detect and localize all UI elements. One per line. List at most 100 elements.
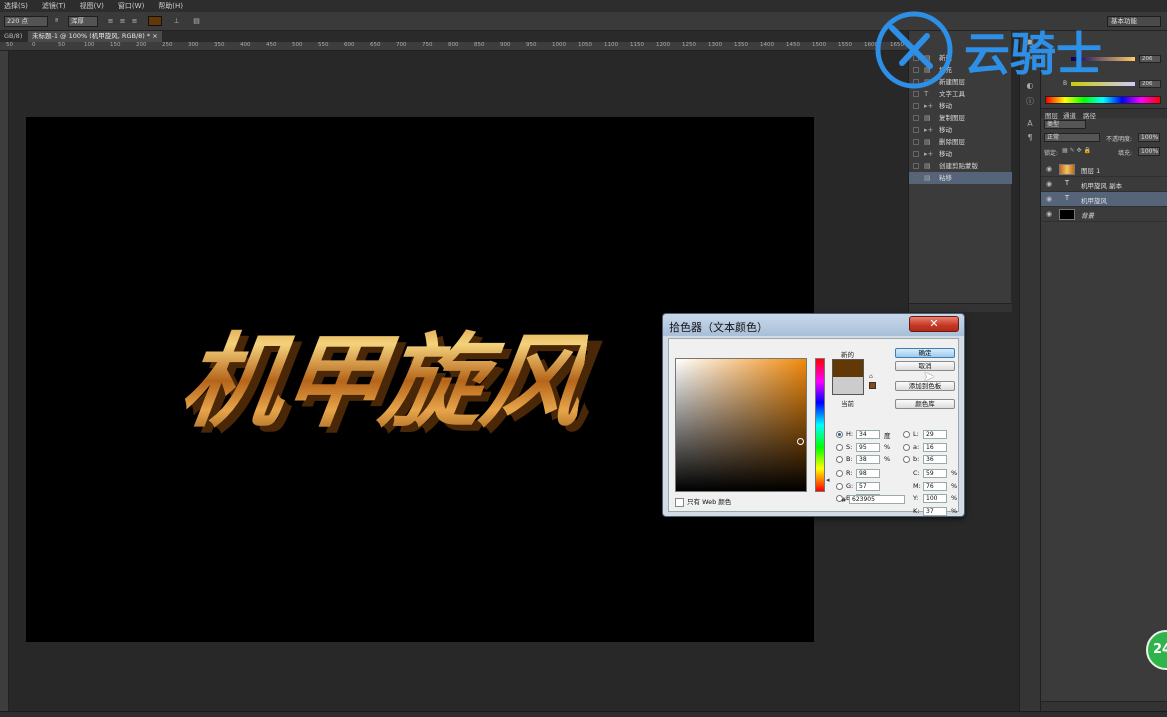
channel-radio[interactable] bbox=[903, 443, 910, 451]
current-color-swatch[interactable] bbox=[832, 377, 864, 395]
menu-filter[interactable]: 滤镜(T) bbox=[42, 1, 66, 11]
menu-help[interactable]: 帮助(H) bbox=[158, 1, 183, 11]
blend-mode-select[interactable]: 正常 bbox=[1044, 133, 1100, 142]
doc-tab-previous[interactable]: GB/8) bbox=[0, 31, 26, 42]
tab-paths[interactable]: 路径 bbox=[1083, 110, 1096, 120]
ruler-tick-label: 400 bbox=[240, 42, 251, 48]
history-item[interactable]: ▤ 粘移 bbox=[909, 172, 1012, 184]
channel-radio[interactable] bbox=[836, 482, 843, 490]
history-snapshot-checkbox[interactable] bbox=[913, 151, 919, 157]
channel-input[interactable]: 37 bbox=[923, 506, 947, 516]
lock-icons[interactable]: ▦ ✎ ✥ 🔒 bbox=[1062, 147, 1091, 154]
channel-unit: % bbox=[951, 494, 958, 502]
channel-input[interactable]: 98 bbox=[856, 469, 880, 478]
warp-text-icon[interactable]: ⊥ bbox=[172, 17, 181, 26]
antialias-select[interactable]: 浑厚 bbox=[68, 16, 98, 27]
visibility-eye-icon[interactable]: ◉ bbox=[1046, 195, 1052, 203]
history-snapshot-checkbox[interactable] bbox=[913, 127, 919, 133]
align-right-icon[interactable]: ≡ bbox=[130, 17, 139, 26]
color-field-marker[interactable] bbox=[797, 438, 804, 445]
history-item[interactable]: ▸+ 移动 bbox=[909, 124, 1012, 136]
close-button[interactable]: ✕ bbox=[909, 316, 959, 332]
tab-channels[interactable]: 通道 bbox=[1063, 110, 1076, 120]
ok-button[interactable]: 确定 bbox=[895, 348, 955, 358]
paragraph-icon[interactable]: ¶ bbox=[1025, 133, 1035, 143]
hex-input[interactable]: 623905 bbox=[849, 495, 905, 504]
align-center-icon[interactable]: ≡ bbox=[118, 17, 127, 26]
web-only-label: 只有 Web 颜色 bbox=[687, 498, 732, 506]
layer-row[interactable]: ◉ 图层 1 bbox=[1041, 162, 1167, 177]
channel-input[interactable]: 76 bbox=[923, 481, 947, 491]
history-snapshot-checkbox[interactable] bbox=[913, 175, 919, 181]
history-item[interactable]: ▸+ 移动 bbox=[909, 148, 1012, 160]
ruler-tick-label: 750 bbox=[422, 42, 433, 48]
history-snapshot-checkbox[interactable] bbox=[913, 103, 919, 109]
menu-select[interactable]: 选择(S) bbox=[4, 1, 28, 11]
character-icon[interactable]: A bbox=[1025, 119, 1035, 129]
color-value-1[interactable]: 206 bbox=[1139, 55, 1161, 63]
channel-input[interactable]: 100 bbox=[923, 494, 947, 503]
opacity-field[interactable]: 100% bbox=[1138, 133, 1160, 142]
channel-input[interactable]: 16 bbox=[923, 442, 947, 452]
history-item[interactable]: ▤ 创建剪贴蒙版 bbox=[909, 160, 1012, 172]
doc-icon: ▤ bbox=[924, 138, 931, 146]
channel-radio[interactable] bbox=[903, 456, 910, 463]
canvas-title-text[interactable]: 机甲旋风 bbox=[173, 300, 594, 447]
hue-slider[interactable] bbox=[815, 358, 825, 492]
channel-label: b: bbox=[913, 455, 920, 463]
history-item[interactable]: ▸+ 移动 bbox=[909, 100, 1012, 112]
color-value-2[interactable]: 206 bbox=[1139, 80, 1161, 88]
web-only-checkbox[interactable]: 只有 Web 颜色 bbox=[675, 496, 731, 507]
menu-view[interactable]: 视图(V) bbox=[80, 1, 104, 11]
saturation-brightness-field[interactable] bbox=[675, 358, 807, 492]
channel-input[interactable]: 95 bbox=[856, 442, 880, 452]
history-item[interactable]: ▤ 删除图层 bbox=[909, 136, 1012, 148]
history-item[interactable]: ▤ 复制图层 bbox=[909, 112, 1012, 124]
ruler-tick-label: 50 bbox=[6, 42, 13, 48]
channel-radio[interactable] bbox=[836, 443, 843, 451]
layer-filter-select[interactable]: 类型 bbox=[1044, 120, 1086, 129]
gamut-swatch-icon[interactable] bbox=[869, 382, 876, 389]
ruler-tick-label: 1500 bbox=[812, 42, 826, 48]
dialog-titlebar[interactable]: 拾色器（文本颜色） ✕ bbox=[663, 314, 964, 336]
character-panel-icon[interactable]: ▤ bbox=[192, 17, 201, 26]
info-icon[interactable]: ⓘ bbox=[1025, 97, 1035, 107]
history-snapshot-checkbox[interactable] bbox=[913, 115, 919, 121]
history-item-label: 复制图层 bbox=[939, 114, 965, 122]
channel-input[interactable]: 36 bbox=[923, 455, 947, 464]
channel-radio[interactable] bbox=[836, 456, 843, 463]
color-libraries-button[interactable]: 颜色库 bbox=[895, 399, 955, 409]
channel-input[interactable]: 38 bbox=[856, 455, 880, 464]
visibility-eye-icon[interactable]: ◉ bbox=[1046, 210, 1052, 218]
layer-row[interactable]: ◉ T 机甲旋风 副本 bbox=[1041, 177, 1167, 192]
channel-input[interactable]: 59 bbox=[923, 469, 947, 478]
history-snapshot-checkbox[interactable] bbox=[913, 139, 919, 145]
history-snapshot-checkbox[interactable] bbox=[913, 163, 919, 169]
tab-layers[interactable]: 图层 bbox=[1045, 110, 1058, 120]
align-left-icon[interactable]: ≡ bbox=[106, 17, 115, 26]
channel-input[interactable]: 57 bbox=[856, 481, 880, 491]
aa-icon: ª bbox=[54, 17, 59, 25]
channel-radio[interactable] bbox=[903, 431, 910, 438]
fill-field[interactable]: 100% bbox=[1138, 147, 1160, 156]
channel-input[interactable]: 29 bbox=[923, 430, 947, 439]
channel-radio[interactable] bbox=[836, 431, 843, 438]
layer-row[interactable]: ◉ 背景 bbox=[1041, 207, 1167, 222]
ruler-tick-label: 1300 bbox=[708, 42, 722, 48]
visibility-eye-icon[interactable]: ◉ bbox=[1046, 165, 1052, 173]
text-color-swatch[interactable] bbox=[148, 16, 162, 26]
channel-radio[interactable] bbox=[836, 470, 843, 477]
channel-label: G: bbox=[846, 481, 854, 490]
hue-slider-handle-icon[interactable]: ◂ bbox=[826, 476, 830, 484]
checkbox-box[interactable] bbox=[675, 497, 684, 507]
visibility-eye-icon[interactable]: ◉ bbox=[1046, 180, 1052, 188]
channel-unit: % bbox=[951, 506, 958, 515]
channel-input[interactable]: 34 bbox=[856, 430, 880, 439]
menu-window[interactable]: 窗口(W) bbox=[118, 1, 144, 11]
out-of-gamut-icon[interactable]: ⌂ bbox=[869, 373, 873, 380]
doc-tab-active[interactable]: 未标题-1 @ 100% (机甲旋风, RGB/8) * × bbox=[28, 31, 162, 42]
ruler-horizontal: 50 0 50 100 150 200 250 300 350 400 450 500 550 600 65… bbox=[0, 42, 908, 51]
font-size-select[interactable]: 220 点 bbox=[4, 16, 48, 27]
close-icon[interactable]: × bbox=[152, 32, 157, 40]
layer-row[interactable]: ◉ T 机甲旋风 bbox=[1041, 192, 1167, 207]
